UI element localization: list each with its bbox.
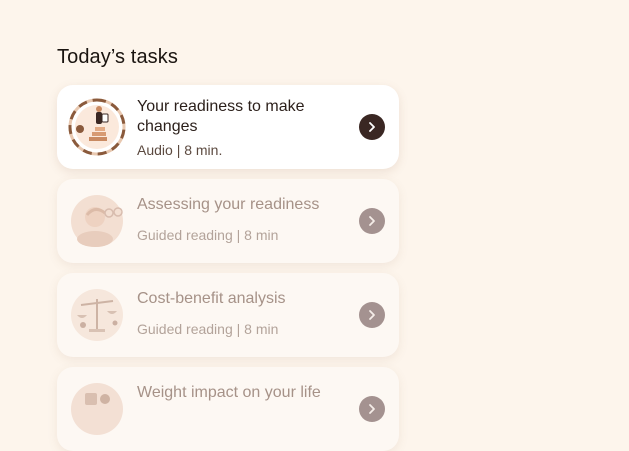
open-task-button[interactable] — [359, 114, 385, 140]
open-task-button[interactable] — [359, 302, 385, 328]
task-title: Assessing your readiness — [137, 196, 320, 213]
chevron-right-icon — [369, 404, 375, 414]
balance-scale-illustration-icon — [67, 285, 127, 345]
task-meta: Guided reading | 8 min — [137, 321, 279, 337]
task-title: Cost-benefit analysis — [137, 290, 286, 307]
task-card-cost-benefit[interactable]: Cost-benefit analysis Guided reading | 8… — [57, 273, 399, 357]
task-meta: Audio | 8 min. — [137, 142, 223, 158]
chevron-right-icon — [369, 216, 375, 226]
page-title: Today’s tasks — [57, 46, 178, 68]
task-card-readiness-to-change[interactable]: Your readiness to make changes Audio | 8… — [57, 85, 399, 169]
task-title: Weight impact on your life — [137, 384, 321, 401]
task-meta: Guided reading | 8 min — [137, 227, 279, 243]
task-title: Your readiness to make changes — [137, 98, 305, 135]
head-with-glasses-illustration-icon — [67, 191, 127, 251]
open-task-button[interactable] — [359, 396, 385, 422]
open-task-button[interactable] — [359, 208, 385, 234]
task-card-assessing-readiness[interactable]: Assessing your readiness Guided reading … — [57, 179, 399, 263]
scale-illustration-icon — [67, 379, 127, 439]
chevron-right-icon — [369, 122, 375, 132]
person-on-stairs-illustration-icon — [67, 97, 127, 157]
chevron-right-icon — [369, 310, 375, 320]
task-card-weight-impact[interactable]: Weight impact on your life — [57, 367, 399, 451]
